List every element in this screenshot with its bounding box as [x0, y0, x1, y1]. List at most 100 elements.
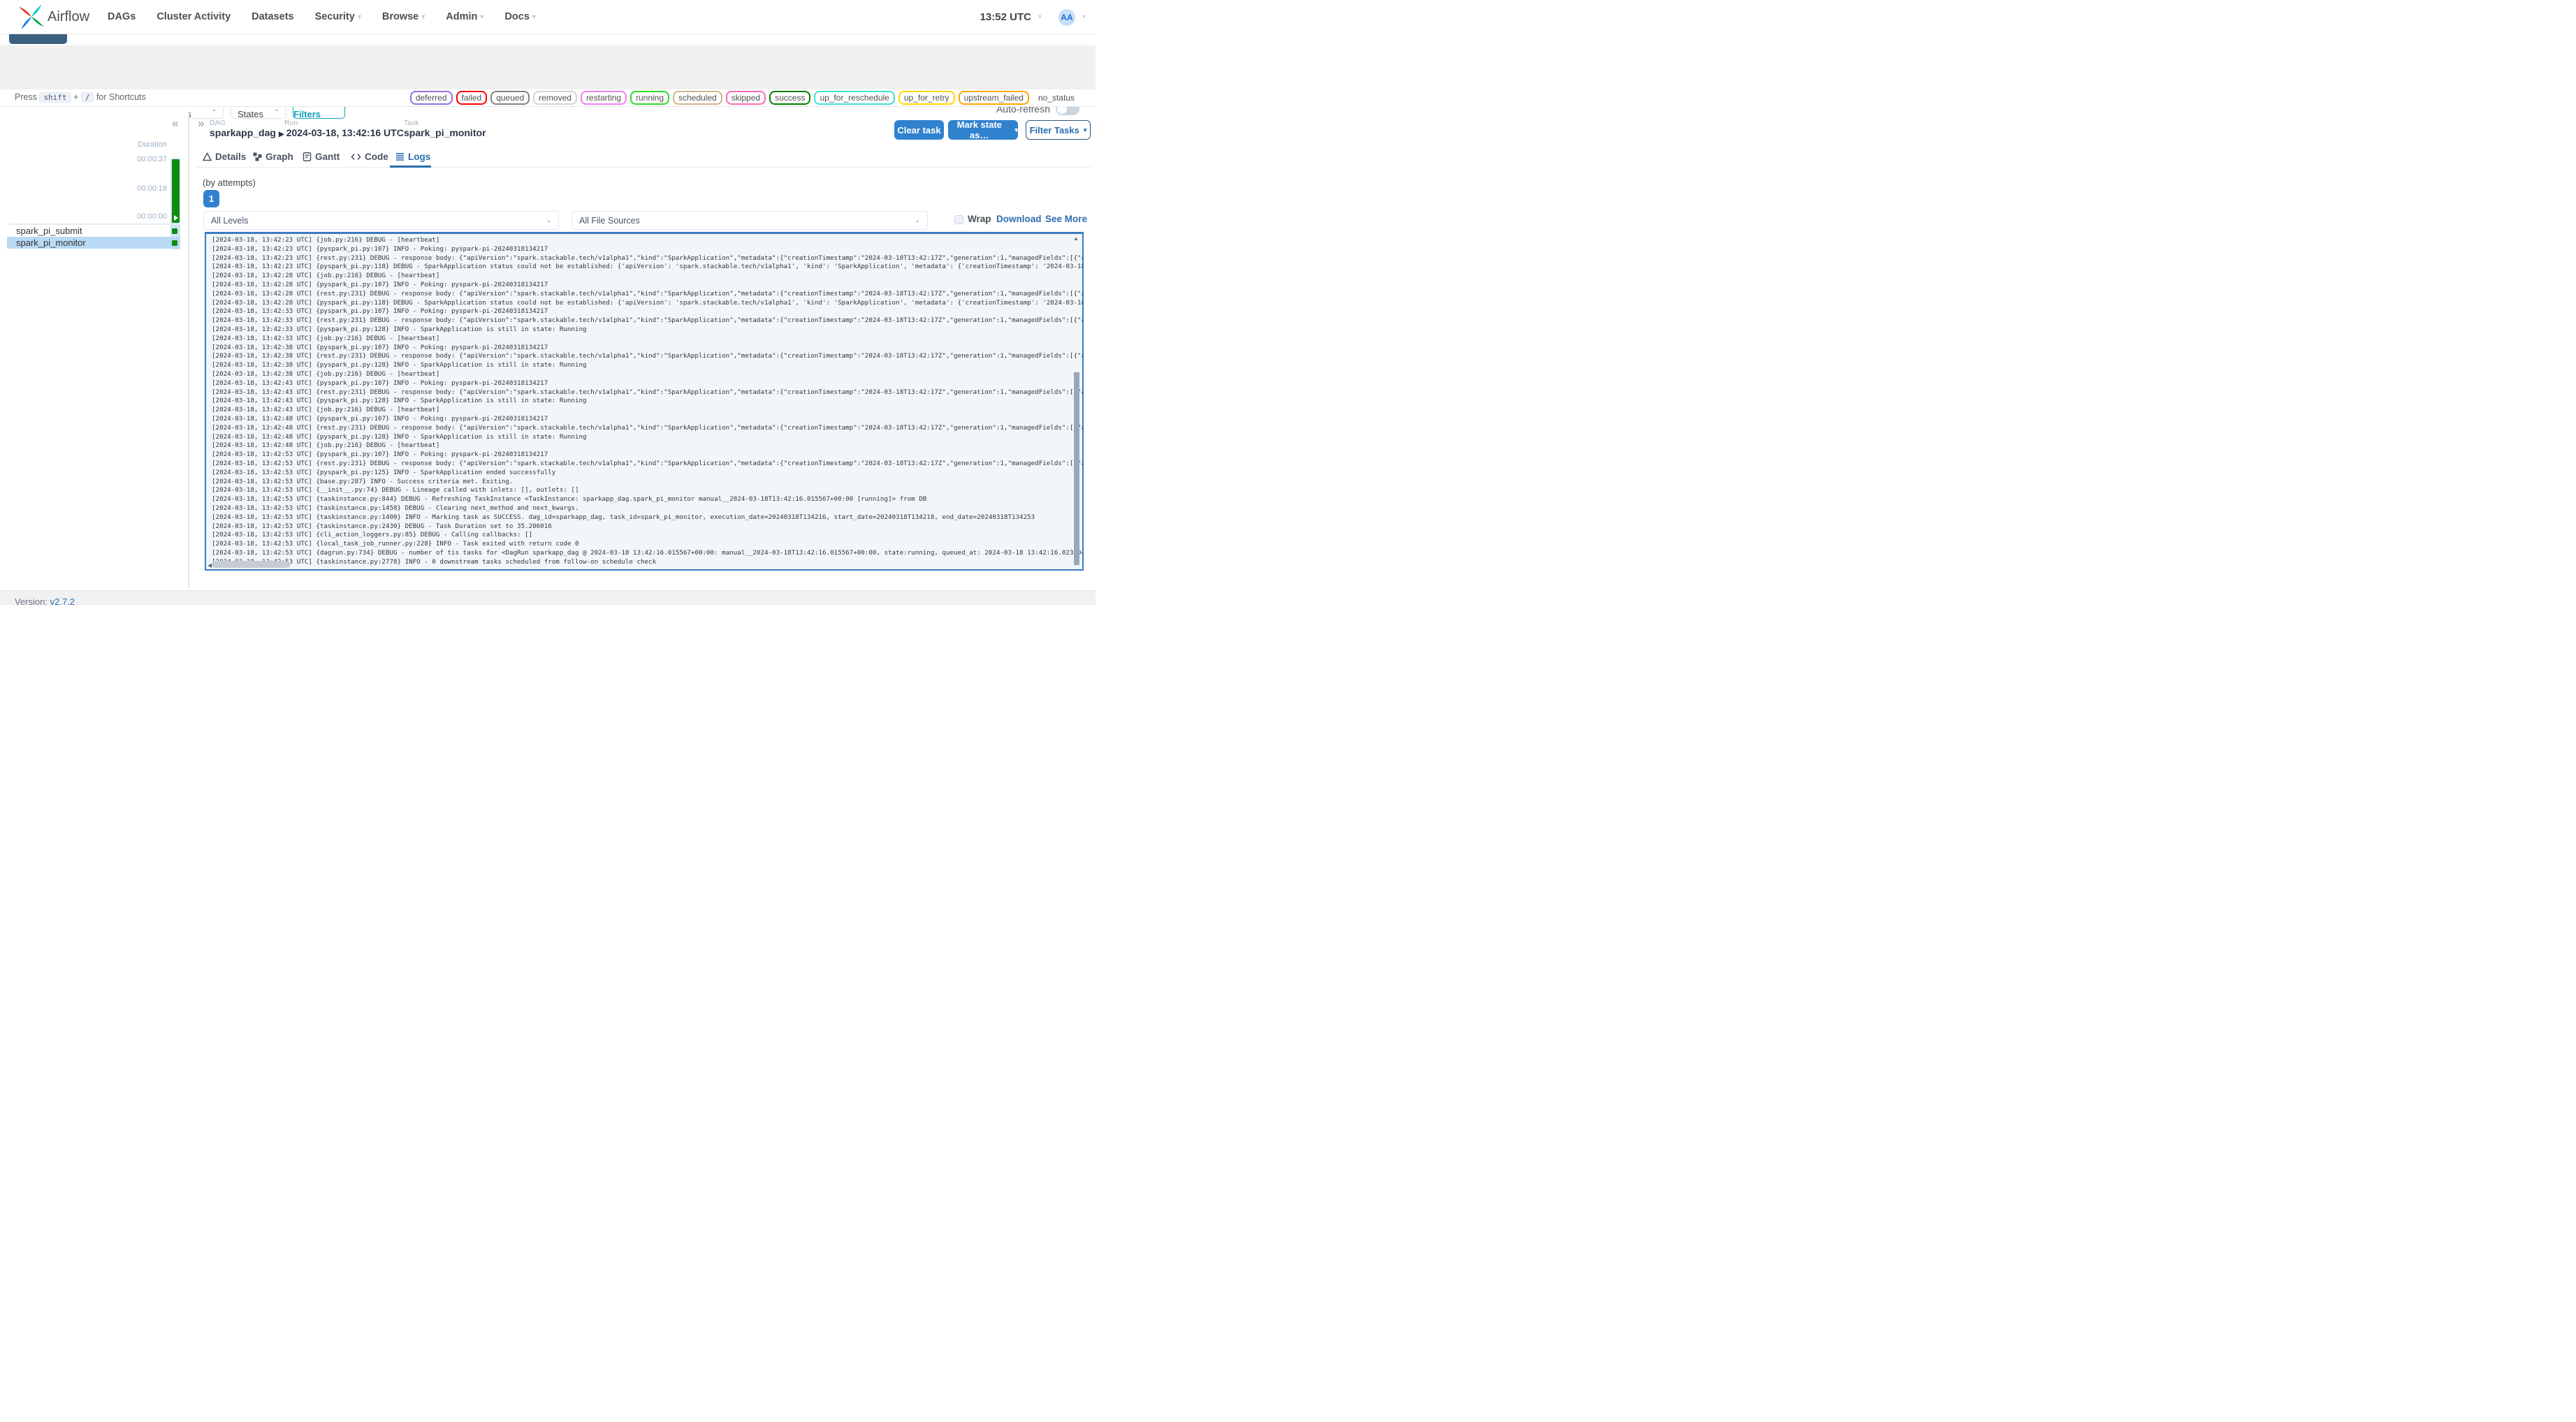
- log-line: [2024-03-18, 13:42:43 UTC] {rest.py:231}…: [212, 388, 1084, 396]
- version-link[interactable]: v2.7.2: [50, 596, 75, 607]
- duration-axis-label: Duration: [138, 140, 167, 149]
- sidebar-task-spark-pi-monitor[interactable]: spark_pi_monitor: [7, 237, 180, 249]
- log-line: [2024-03-18, 13:42:38 UTC] {job.py:216} …: [212, 369, 440, 378]
- clear-task-button[interactable]: Clear task: [894, 120, 944, 140]
- log-line: [2024-03-18, 13:42:38 UTC] {pyspark_pi.p…: [212, 361, 587, 369]
- airflow-brand[interactable]: Airflow: [18, 3, 89, 30]
- breadcrumb-dag[interactable]: sparkapp_dag: [210, 127, 276, 138]
- run-column: [170, 159, 180, 223]
- state-badge-up_for_reschedule: up_for_reschedule: [814, 91, 895, 105]
- log-line: [2024-03-18, 13:42:48 UTC] {rest.py:231}…: [212, 423, 1084, 432]
- log-line: [2024-03-18, 13:42:23 UTC] {pyspark_pi.p…: [212, 263, 1084, 271]
- see-more-link[interactable]: See More: [1045, 214, 1087, 224]
- breadcrumb-run-label: Run: [284, 119, 298, 127]
- graph-icon: [253, 152, 262, 161]
- chevron-down-icon: ⌄: [546, 217, 551, 223]
- breadcrumb-separator: /: [398, 127, 400, 138]
- slash-key: /: [80, 92, 94, 103]
- gantt-icon: [303, 152, 312, 161]
- scroll-up-icon[interactable]: ▲: [1073, 235, 1079, 242]
- user-avatar[interactable]: AA: [1058, 8, 1075, 26]
- vertical-scrollbar-thumb[interactable]: [1074, 372, 1079, 565]
- log-line: [2024-03-18, 13:42:53 UTC] {pyspark_pi.p…: [212, 450, 548, 459]
- panel-divider[interactable]: [188, 112, 189, 588]
- tab-code[interactable]: Code: [351, 148, 388, 165]
- log-line: [2024-03-18, 13:42:48 UTC] {pyspark_pi.p…: [212, 432, 587, 441]
- clipped-dag-toggle-button[interactable]: [9, 34, 67, 44]
- filter-tasks-button[interactable]: Filter Tasks ▾: [1026, 120, 1091, 140]
- log-line: [2024-03-18, 13:42:23 UTC] {job.py:216} …: [212, 236, 440, 244]
- caret-down-icon: ▾: [357, 13, 361, 21]
- horizontal-scrollbar-thumb[interactable]: [212, 561, 291, 568]
- duration-tick: 00:00:37: [137, 155, 167, 163]
- nav-dags[interactable]: DAGs: [108, 11, 136, 22]
- state-badge-no_status: no_status: [1032, 91, 1080, 105]
- nav-cluster-activity[interactable]: Cluster Activity: [157, 11, 231, 22]
- log-line: [2024-03-18, 13:42:53 UTC] {taskinstance…: [212, 557, 657, 566]
- breadcrumb-task-label: Task: [404, 119, 419, 127]
- navbar-right: 13:52 UTC ▾ AA ▾: [980, 0, 1086, 34]
- utc-clock[interactable]: 13:52 UTC: [980, 11, 1031, 23]
- main-nav: DAGs Cluster Activity Datasets Security ▾…: [108, 11, 536, 22]
- state-badge-queued: queued: [490, 91, 530, 105]
- tabs-divider: [196, 167, 1091, 168]
- duration-tick: 00:00:18: [137, 184, 167, 193]
- tab-logs[interactable]: Logs: [395, 148, 430, 165]
- log-line: [2024-03-18, 13:42:33 UTC] {pyspark_pi.p…: [212, 307, 548, 316]
- download-link[interactable]: Download: [996, 214, 1042, 224]
- version-text: Version: v2.7.2: [15, 596, 75, 607]
- caret-down-icon: ▾: [1083, 126, 1087, 133]
- nav-security[interactable]: Security ▾: [315, 11, 361, 22]
- active-tab-indicator: [390, 166, 431, 168]
- shift-key: shift: [39, 92, 71, 103]
- log-source-select[interactable]: All File Sources ⌄: [572, 211, 928, 230]
- log-line: [2024-03-18, 13:42:48 UTC] {pyspark_pi.p…: [212, 414, 548, 423]
- log-line: [2024-03-18, 13:42:23 UTC] {rest.py:231}…: [212, 254, 1084, 262]
- breadcrumb-dag-label: DAG: [210, 119, 226, 127]
- log-output-panel[interactable]: [2024-03-18, 13:42:23 UTC] {job.py:216} …: [205, 232, 1084, 571]
- top-navbar: Airflow DAGs Cluster Activity Datasets S…: [0, 0, 1096, 34]
- log-line: [2024-03-18, 13:42:53 UTC] {cli_action_l…: [212, 531, 533, 539]
- run-duration-bar[interactable]: [171, 159, 180, 223]
- chevron-double-left-icon[interactable]: «: [172, 117, 178, 131]
- legend-row: Press shift + / for Shortcuts deferred fa…: [0, 89, 1096, 106]
- state-badge-success: success: [769, 91, 811, 105]
- attempt-1-button[interactable]: 1: [203, 190, 219, 207]
- chevron-double-right-icon[interactable]: »: [198, 117, 204, 131]
- logs-icon: [396, 152, 404, 161]
- breadcrumb-run[interactable]: ▶ 2024-03-18, 13:42:16 UTC: [279, 127, 404, 138]
- nav-browse[interactable]: Browse ▾: [382, 11, 425, 22]
- task-state-square[interactable]: [172, 240, 177, 246]
- caret-down-icon: ▾: [1038, 13, 1042, 21]
- sidebar-task-spark-pi-submit[interactable]: spark_pi_submit: [7, 225, 180, 237]
- state-badge-removed: removed: [533, 91, 577, 105]
- nav-datasets[interactable]: Datasets: [252, 11, 293, 22]
- caret-down-icon: ▾: [480, 13, 484, 21]
- state-badge-restarting: restarting: [580, 91, 627, 105]
- task-state-square[interactable]: [172, 228, 177, 234]
- log-line: [2024-03-18, 13:42:53 UTC] {pyspark_pi.p…: [212, 468, 556, 476]
- breadcrumb-task[interactable]: spark_pi_monitor: [404, 127, 486, 138]
- brand-title: Airflow: [48, 8, 90, 24]
- nav-docs[interactable]: Docs ▾: [504, 11, 536, 22]
- log-line: [2024-03-18, 13:42:33 UTC] {pyspark_pi.p…: [212, 325, 587, 333]
- log-level-select[interactable]: All Levels ⌄: [203, 211, 559, 230]
- mark-state-button[interactable]: Mark state as… ▾: [948, 119, 1018, 140]
- play-icon: ▶: [279, 131, 284, 138]
- log-line: [2024-03-18, 13:42:53 UTC] {local_task_j…: [212, 540, 579, 548]
- tab-gantt[interactable]: Gantt: [303, 148, 340, 165]
- code-icon: [351, 153, 361, 160]
- log-line: [2024-03-18, 13:42:38 UTC] {rest.py:231}…: [212, 352, 1084, 360]
- caret-down-icon: ▾: [532, 13, 536, 21]
- filter-bar: 03/18/2024, 01:52:47 PM 25 ⌄ All Run Typ…: [0, 45, 1096, 119]
- nav-admin[interactable]: Admin ▾: [446, 11, 483, 22]
- log-line: [2024-03-18, 13:42:43 UTC] {job.py:216} …: [212, 406, 440, 414]
- wrap-checkbox[interactable]: [954, 215, 963, 224]
- log-line: [2024-03-18, 13:42:43 UTC] {pyspark_pi.p…: [212, 379, 548, 387]
- log-line: [2024-03-18, 13:42:38 UTC] {pyspark_pi.p…: [212, 343, 548, 351]
- log-line: [2024-03-18, 13:42:28 UTC] {pyspark_pi.p…: [212, 298, 1084, 307]
- tab-details[interactable]: Details: [203, 148, 246, 165]
- tab-graph[interactable]: Graph: [253, 148, 293, 165]
- triangle-icon: [203, 152, 212, 161]
- state-badge-failed: failed: [456, 91, 488, 105]
